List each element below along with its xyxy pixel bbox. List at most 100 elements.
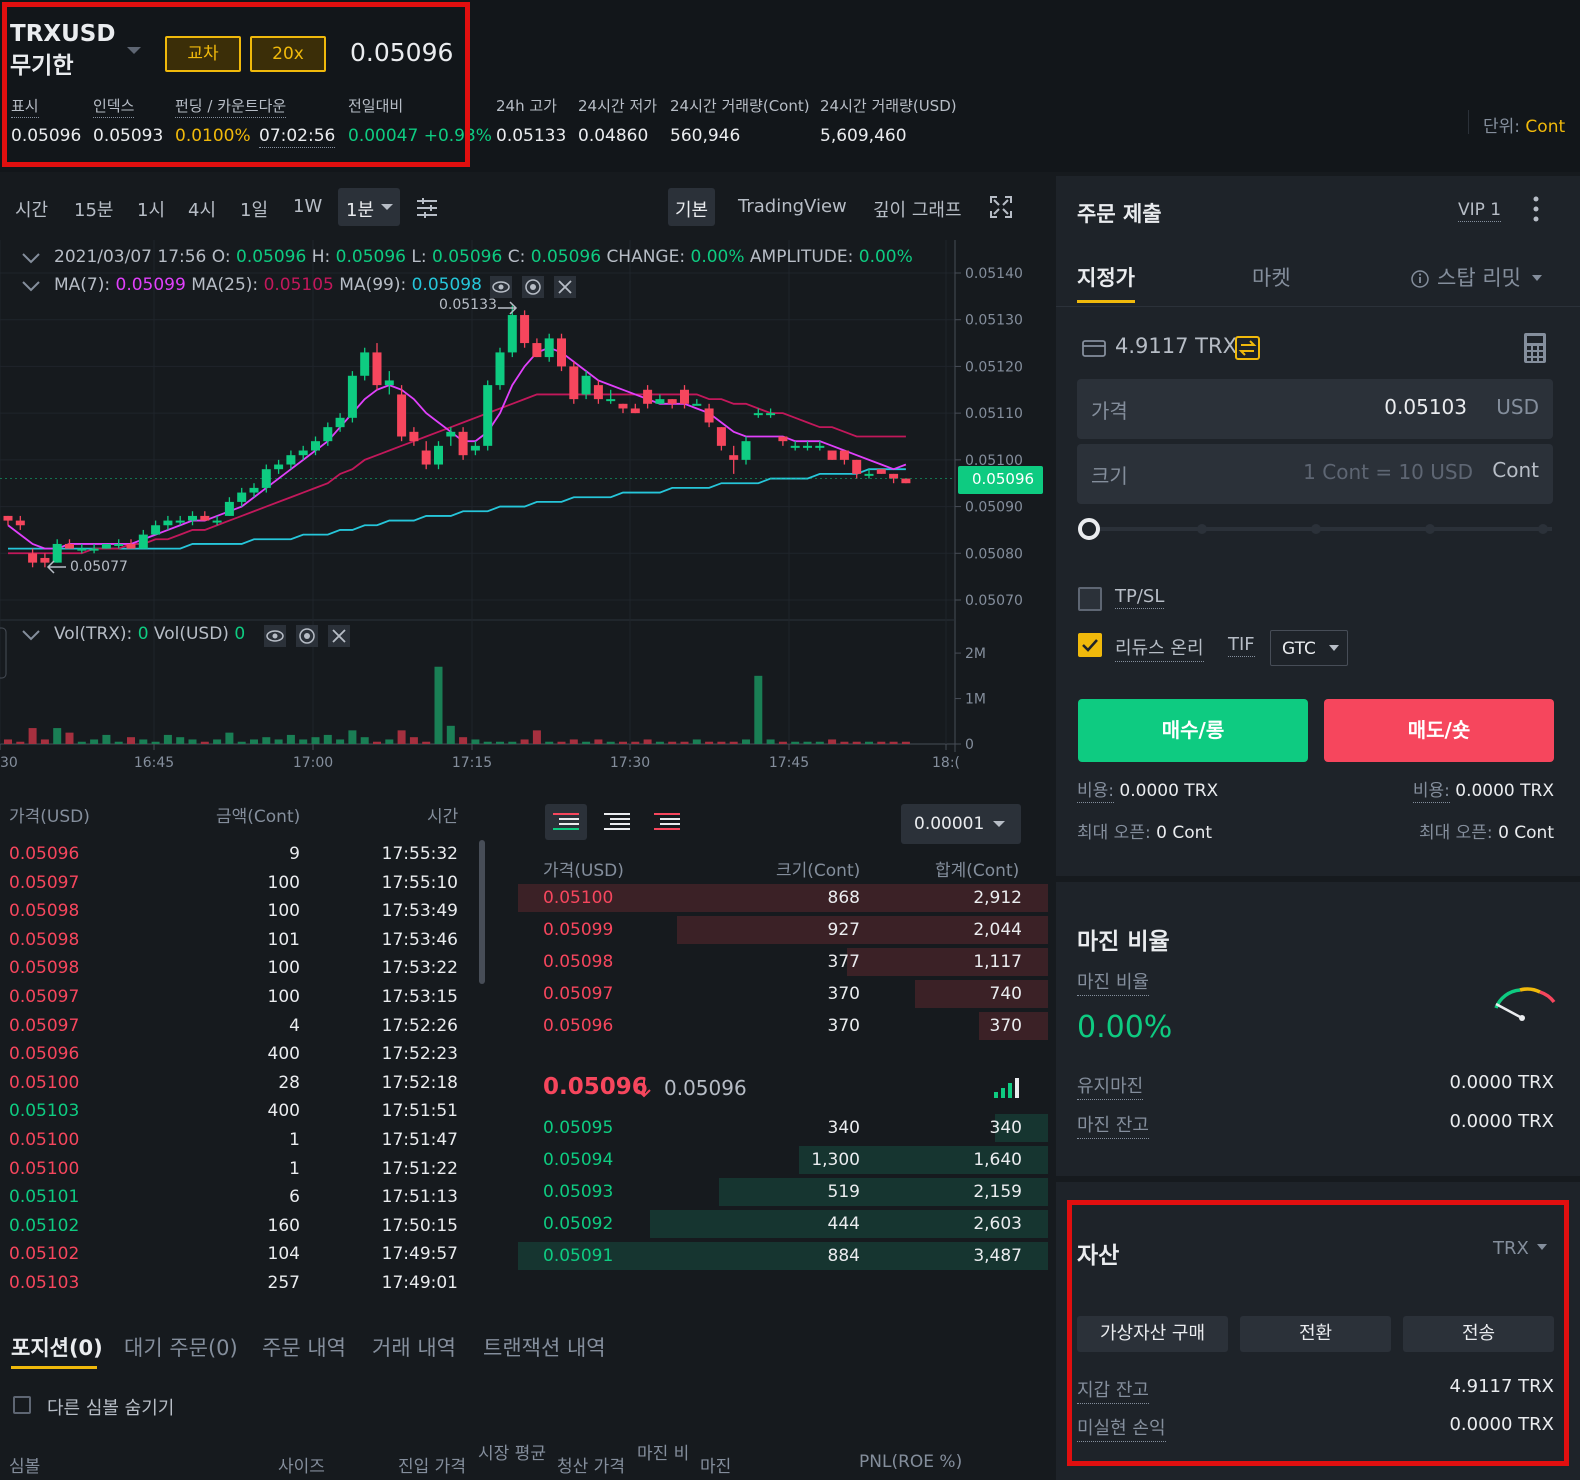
symbol-dropdown-icon[interactable] — [126, 46, 142, 56]
asks-row[interactable]: 0.05097 370 740 — [518, 980, 1048, 1008]
slider-step[interactable] — [1538, 524, 1548, 534]
bids-row[interactable]: 0.05092 444 2,603 — [518, 1210, 1048, 1238]
col-liq-price: 청산 가격 — [557, 1457, 625, 1477]
candle-body — [384, 380, 394, 386]
margin-mode-button[interactable]: 교차 — [165, 36, 241, 72]
size-input-placeholder[interactable]: 1 Cont = 10 USD — [1303, 460, 1473, 484]
trade-price: 0.05097 — [9, 987, 80, 1007]
hide-other-symbols-checkbox[interactable] — [13, 1396, 31, 1414]
tab-positions[interactable]: 포지션(0) — [11, 1332, 103, 1362]
volume-bar — [446, 725, 455, 744]
wallet-balance-label: 지갑 잔고 — [1077, 1376, 1149, 1404]
book-both-view-icon[interactable] — [545, 804, 587, 840]
candlestick-chart[interactable]: 0.051400.051300.051200.051100.051000.050… — [0, 240, 1048, 780]
volume-cont-label: 24시간 거래량(Cont) — [670, 97, 810, 115]
volume-bar — [729, 741, 738, 744]
trade-amount: 160 — [267, 1215, 300, 1236]
symbol-name[interactable]: TRXUSD — [10, 18, 115, 50]
bids-row[interactable]: 0.05091 884 3,487 — [518, 1242, 1048, 1270]
interval-time[interactable]: 시간 — [15, 196, 48, 222]
tif-select[interactable]: GTC — [1270, 630, 1348, 666]
unit-selector[interactable]: 단위: Cont — [1483, 112, 1565, 137]
asks-row[interactable]: 0.05099 927 2,044 — [518, 916, 1048, 944]
view-depth-tab[interactable]: 깊이 그래프 — [873, 196, 962, 222]
size-slider-handle[interactable] — [1078, 518, 1100, 540]
size-input[interactable]: 크기 1 Cont = 10 USD Cont — [1077, 444, 1553, 504]
interval-1w[interactable]: 1W — [293, 196, 322, 217]
collapse-icon[interactable] — [22, 280, 40, 292]
asks-row[interactable]: 0.05100 868 2,912 — [518, 884, 1048, 912]
leverage-button[interactable]: 20x — [250, 36, 326, 72]
price-chart[interactable]: 0.05140 0.05130 0.05120 0.05110 0.05100 0.050… — [0, 240, 1048, 780]
slider-step[interactable] — [1197, 524, 1207, 534]
bids-row[interactable]: 0.05095 340 340 — [518, 1114, 1048, 1142]
size-input-unit[interactable]: Cont — [1492, 458, 1539, 482]
ma99-value: 0.05098 — [411, 275, 482, 295]
trade-price: 0.05097 — [9, 1015, 80, 1036]
indicator-settings-icon[interactable] — [415, 196, 439, 220]
info-icon[interactable] — [1410, 269, 1430, 289]
buy-crypto-button[interactable]: 가상자산 구매 — [1077, 1316, 1228, 1352]
size-slider-track[interactable] — [1090, 527, 1552, 531]
eye-icon[interactable] — [490, 276, 512, 298]
tpsl-checkbox[interactable] — [1078, 587, 1102, 611]
book-bids-view-icon[interactable] — [600, 804, 634, 840]
settings-icon[interactable] — [296, 625, 318, 647]
tab-open-orders[interactable]: 대기 주문(0) — [124, 1332, 238, 1362]
interval-1d[interactable]: 1일 — [240, 196, 268, 222]
eye-icon[interactable] — [264, 625, 286, 647]
slider-step[interactable] — [1311, 524, 1321, 534]
x-tick-label: 16:45 — [134, 755, 174, 771]
x-tick-label: 17:30 — [610, 755, 650, 771]
vip-level[interactable]: VIP 1 — [1458, 200, 1502, 222]
collapse-icon[interactable] — [22, 629, 40, 641]
volume-bar — [742, 739, 750, 744]
chevron-down-icon[interactable] — [1536, 1243, 1548, 1251]
price-input[interactable]: 가격 0.05103 USD — [1077, 379, 1553, 439]
reduce-only-checkbox[interactable] — [1078, 633, 1102, 657]
bids-row[interactable]: 0.05094 1,300 1,640 — [518, 1146, 1048, 1174]
tab-transaction-history[interactable]: 트랜잭션 내역 — [483, 1332, 606, 1362]
precision-dropdown[interactable]: 0.00001 — [901, 804, 1021, 844]
tab-trade-history[interactable]: 거래 내역 — [372, 1332, 456, 1362]
more-icon[interactable] — [1528, 194, 1544, 224]
volume-bar — [373, 741, 381, 744]
trades-scrollbar[interactable] — [479, 840, 485, 984]
unrealized-pnl-value: 0.0000 TRX — [1449, 1414, 1554, 1435]
bids-row[interactable]: 0.05093 519 2,159 — [518, 1178, 1048, 1206]
interval-15m[interactable]: 15분 — [74, 196, 113, 222]
sell-short-button[interactable]: 매도/숏 — [1324, 699, 1554, 762]
close-icon[interactable] — [328, 625, 350, 647]
interval-1h[interactable]: 1시 — [137, 196, 165, 222]
buy-long-button[interactable]: 매수/롱 — [1078, 699, 1308, 762]
trade-amount: 100 — [267, 872, 300, 893]
view-basic-tab[interactable]: 기본 — [668, 188, 715, 226]
convert-button[interactable]: 전환 — [1240, 1316, 1391, 1352]
slider-step[interactable] — [1425, 524, 1435, 534]
asks-row[interactable]: 0.05096 370 370 — [518, 1012, 1048, 1040]
assets-currency[interactable]: TRX — [1493, 1238, 1529, 1259]
symbol-type[interactable]: 무기한 — [10, 50, 73, 82]
book-asks-view-icon[interactable] — [650, 804, 684, 840]
signal-bars-icon[interactable] — [992, 1076, 1022, 1100]
interval-4h[interactable]: 4시 — [188, 196, 216, 222]
tab-stop-limit[interactable]: 스탑 리밋 — [1437, 262, 1521, 292]
tab-market[interactable]: 마켓 — [1252, 262, 1291, 292]
candle-body — [507, 315, 517, 353]
transfer-icon[interactable] — [1235, 336, 1260, 360]
asks-row[interactable]: 0.05098 377 1,117 — [518, 948, 1048, 976]
arrow-down-icon — [637, 1080, 651, 1098]
collapse-icon[interactable] — [22, 252, 40, 264]
price-input-value[interactable]: 0.05103 — [1384, 395, 1467, 419]
calculator-icon[interactable] — [1523, 332, 1547, 364]
tab-order-history[interactable]: 주문 내역 — [262, 1332, 346, 1362]
low-arrow-icon — [46, 560, 66, 574]
close-icon[interactable] — [554, 276, 576, 298]
fullscreen-icon[interactable] — [990, 196, 1012, 218]
tab-limit[interactable]: 지정가 — [1077, 262, 1135, 292]
chevron-down-icon[interactable] — [1531, 274, 1543, 282]
view-tradingview-tab[interactable]: TradingView — [738, 196, 847, 217]
interval-dropdown[interactable]: 1분 — [338, 188, 400, 226]
transfer-button[interactable]: 전송 — [1403, 1316, 1554, 1352]
settings-icon[interactable] — [522, 276, 544, 298]
